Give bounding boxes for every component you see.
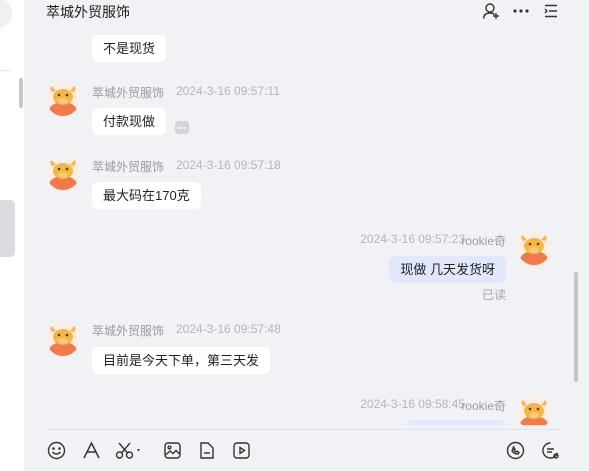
add-member-icon[interactable] xyxy=(481,1,501,21)
image-icon[interactable] xyxy=(161,439,183,461)
cow-avatar-icon xyxy=(46,322,80,356)
text-format-icon[interactable] xyxy=(80,439,102,461)
message-bubble[interactable]: 不是现货 xyxy=(92,35,167,62)
conversation-selected-fragment[interactable] xyxy=(0,200,15,257)
chat-title: 萃城外贸服饰 xyxy=(46,4,130,20)
cow-avatar-icon xyxy=(46,82,80,116)
conversation-list-scrollbar[interactable] xyxy=(19,78,23,108)
message-list: 不是现货 萃城外贸服饰 2024-3-16 09:57:11 付款现做 萃城外贸… xyxy=(24,0,589,425)
message-time: 2024-3-16 09:57:11 xyxy=(176,84,280,98)
sender-name: rookie奇 xyxy=(461,234,506,248)
message-time: 2024-3-16 09:58:45 xyxy=(360,397,465,411)
list-divider xyxy=(0,70,10,71)
call-icon[interactable] xyxy=(504,439,526,461)
my-avatar[interactable] xyxy=(517,231,551,265)
read-status: 已读 xyxy=(481,288,506,302)
message-bubble-mine[interactable] xyxy=(406,420,506,425)
message-bubble[interactable]: 目前是今天下单，第三天发 xyxy=(92,347,271,374)
message-scrollbar[interactable] xyxy=(574,272,578,382)
message-bubble[interactable]: 付款现做 xyxy=(92,108,167,135)
video-icon[interactable] xyxy=(230,439,252,461)
input-toolbar xyxy=(24,426,589,471)
cow-avatar-icon xyxy=(517,231,551,265)
sender-name: 萃城外贸服饰 xyxy=(92,86,165,100)
more-icon[interactable] xyxy=(511,1,531,21)
file-icon[interactable] xyxy=(195,439,217,461)
sender-avatar[interactable] xyxy=(46,322,80,356)
message-time: 2024-3-16 09:57:48 xyxy=(176,322,281,336)
chat-header: 萃城外贸服饰 xyxy=(24,0,589,22)
conversation-avatar-fragment xyxy=(0,0,12,28)
message-bubble[interactable]: 最大码在170克 xyxy=(92,182,201,209)
sender-avatar[interactable] xyxy=(46,156,80,190)
conversation-list-edge xyxy=(0,0,24,471)
chat-panel: 不是现货 萃城外贸服饰 2024-3-16 09:57:11 付款现做 萃城外贸… xyxy=(24,0,589,471)
sender-name: 萃城外贸服饰 xyxy=(92,160,165,174)
my-avatar[interactable] xyxy=(517,396,551,425)
settings-list-icon[interactable] xyxy=(541,1,561,21)
cow-avatar-icon xyxy=(517,396,551,425)
sender-avatar[interactable] xyxy=(46,82,80,116)
toolbar-divider xyxy=(46,429,561,430)
sender-name: rookie奇 xyxy=(461,399,506,413)
message-more-button[interactable] xyxy=(175,121,189,134)
screenshot-icon[interactable] xyxy=(114,439,144,461)
message-time: 2024-3-16 09:57:23 xyxy=(360,232,465,246)
sender-name: 萃城外贸服饰 xyxy=(92,324,165,338)
cow-avatar-icon xyxy=(46,156,80,190)
message-bubble-mine[interactable]: 现做 几天发货呀 xyxy=(389,256,506,283)
message-time: 2024-3-16 09:57:18 xyxy=(176,158,281,172)
emoji-icon[interactable] xyxy=(45,439,67,461)
chat-history-icon[interactable] xyxy=(539,439,561,461)
